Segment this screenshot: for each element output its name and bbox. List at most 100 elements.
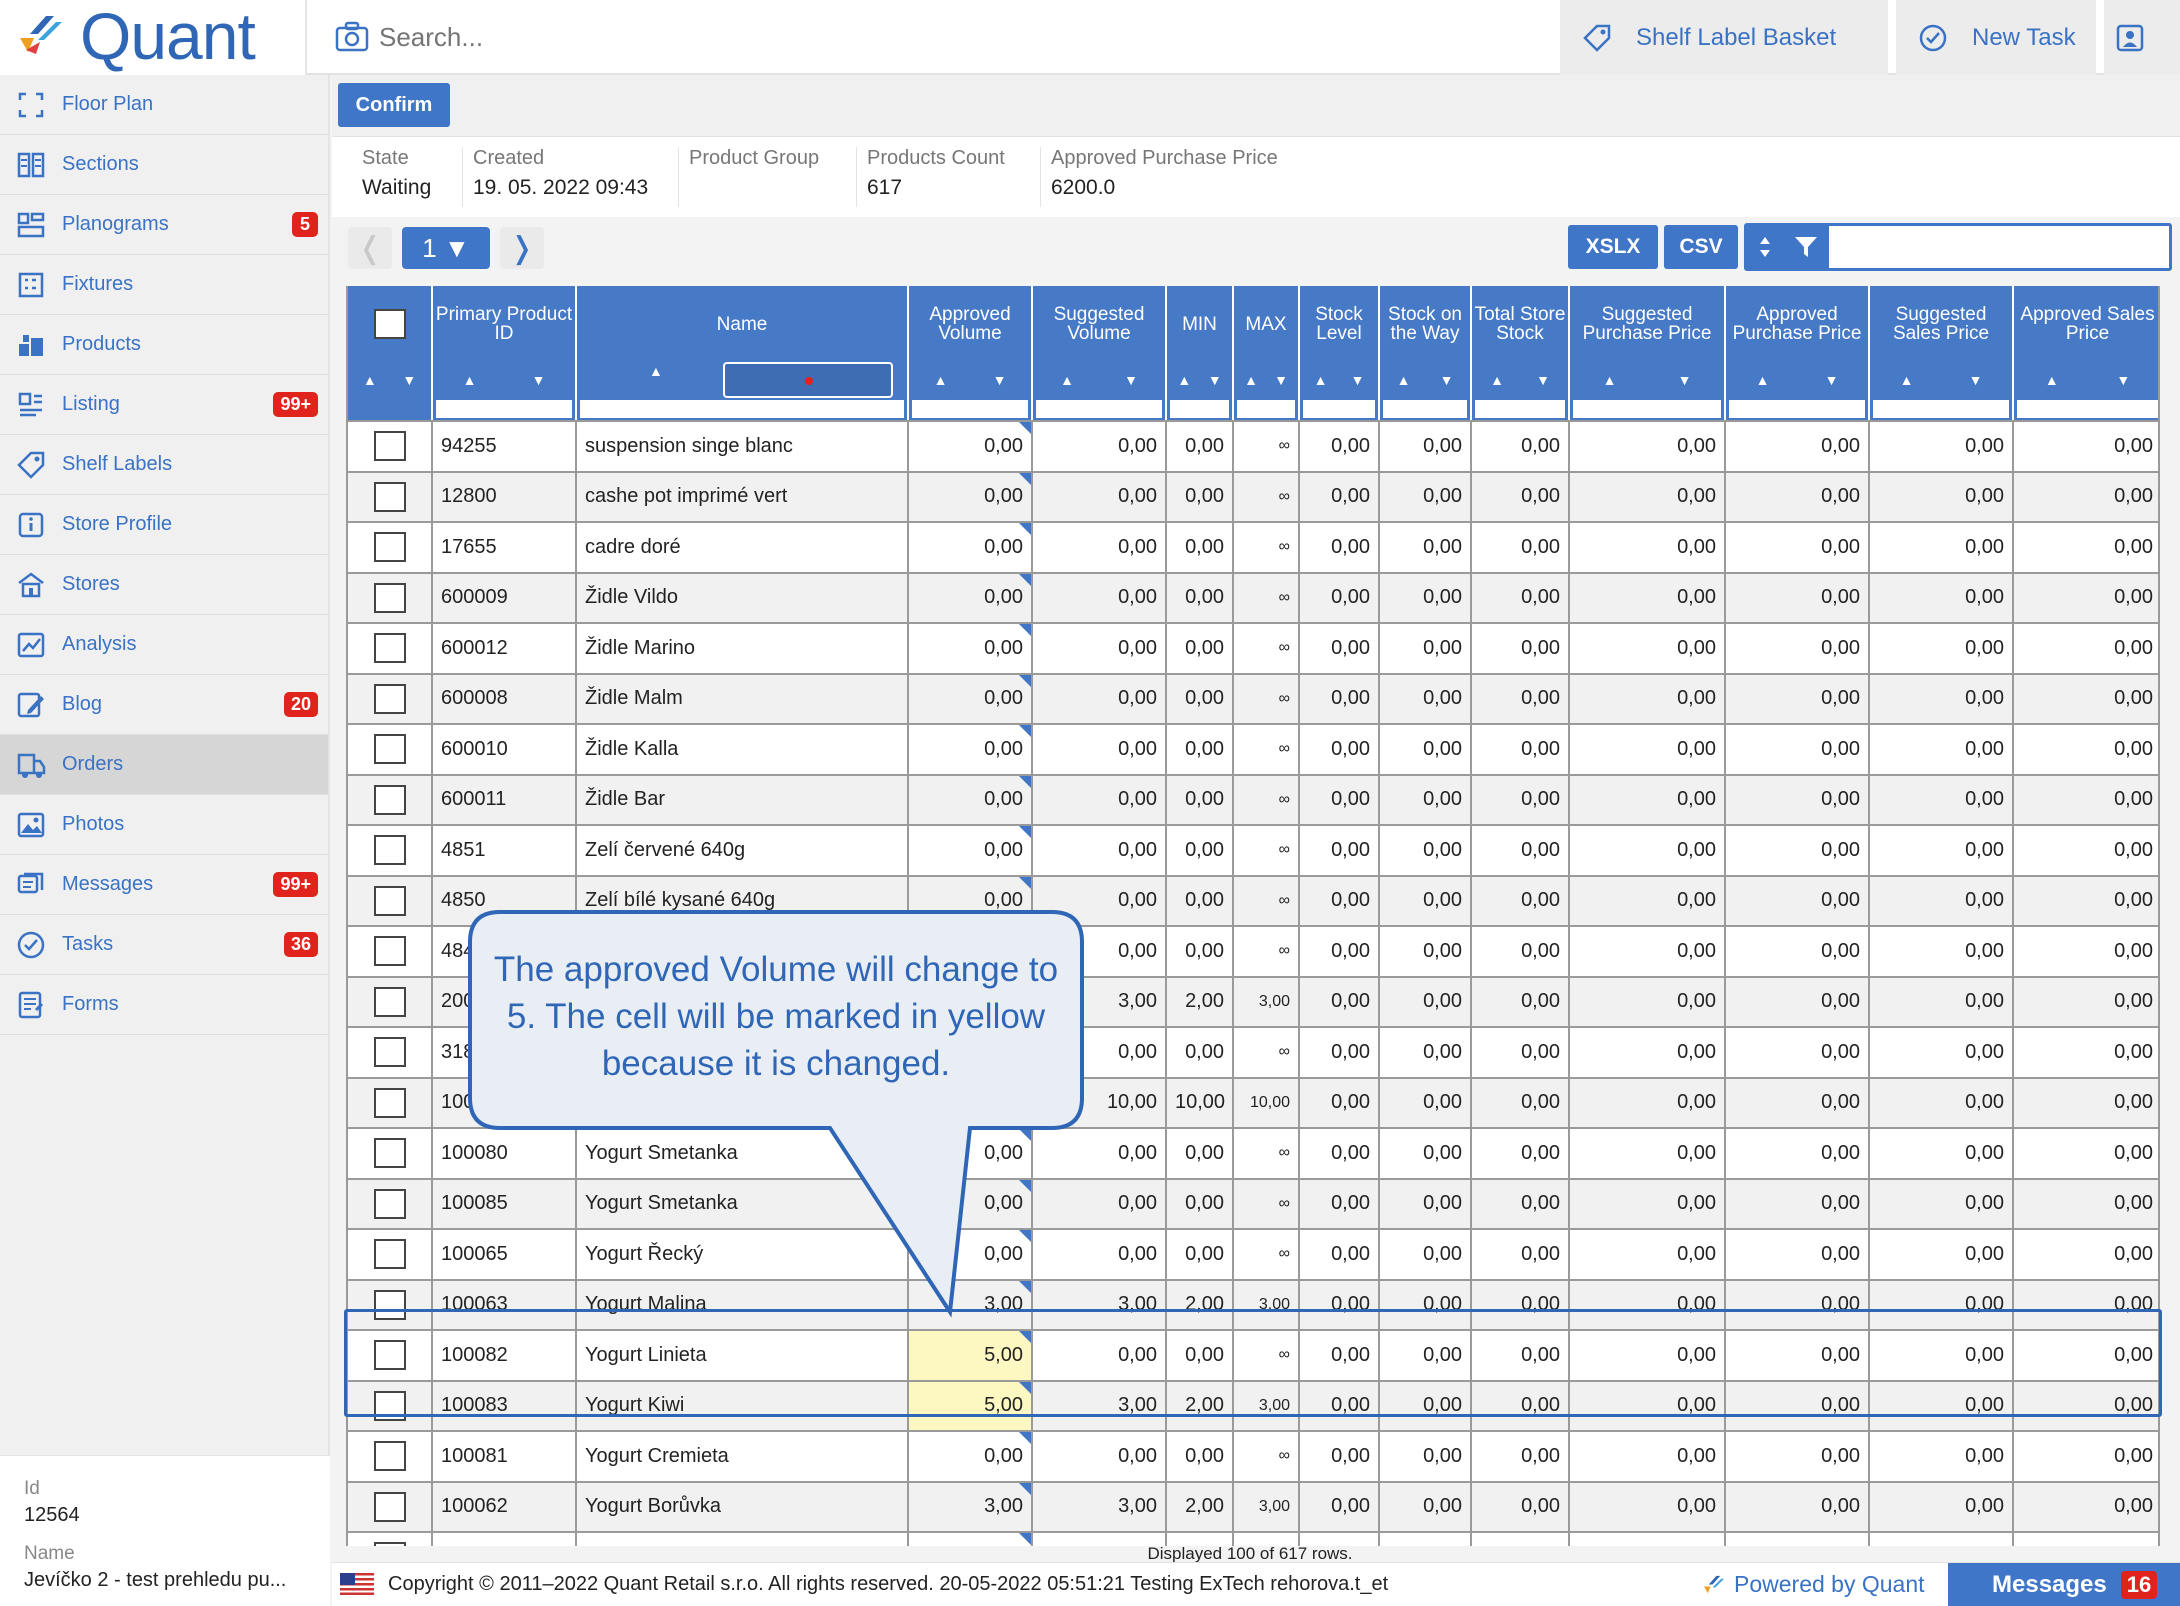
column-header-approved-sales-price[interactable]: Approved Sales Price [2013,286,2158,362]
sort-asc-icon[interactable]: ▲ [1060,371,1074,390]
column-header-approved-volume[interactable]: Approved Volume [908,286,1033,362]
sort-asc-icon[interactable]: ▲ [1756,371,1770,390]
column-header-approved-purchase-price[interactable]: Approved Purchase Price [1725,286,1870,362]
sidebar-item-analysis[interactable]: Analysis [0,615,328,675]
column-filter-input[interactable] [1170,400,1229,418]
row-checkbox[interactable] [373,986,406,1017]
cell-approved-volume[interactable]: 5,00 [908,1532,1033,1546]
row-checkbox[interactable] [373,1188,406,1219]
cell-approved-volume[interactable]: 0,00 [908,623,1033,675]
table-row[interactable]: 12800 cashe pot imprimé vert 0,00 0,00 0,00 ∞… [348,471,2158,523]
column-filter-input[interactable] [1573,400,1721,418]
shelf-label-basket-button[interactable]: Shelf Label Basket [1560,0,1888,75]
sidebar-item-blog[interactable]: Blog 20 [0,675,328,735]
powered-by[interactable]: Powered by Quant [1702,1571,1925,1598]
messages-button[interactable]: Messages 16 [1948,1563,2180,1606]
filter-icon[interactable] [1793,235,1819,259]
table-row[interactable]: 94255 suspension singe blanc 0,00 0,00 0,00 ∞… [348,421,2158,473]
export-csv-button[interactable]: CSV [1664,225,1738,269]
sort-desc-icon[interactable]: ▼ [532,371,546,390]
column-filter-input[interactable] [1237,400,1295,418]
table-row[interactable]: 600011 Židle Bar 0,00 0,00 0,00 ∞ 0,00 0,00 0,00… [348,774,2158,826]
row-checkbox[interactable] [373,936,406,967]
sidebar-item-sections[interactable]: Sections [0,135,328,195]
quant-logo[interactable]: Quant [0,0,307,75]
sort-asc-icon[interactable]: ▲ [1177,371,1191,390]
table-row[interactable]: 600009 Židle Vildo 0,00 0,00 0,00 ∞ 0,00 0,00 0,… [348,572,2158,624]
row-checkbox[interactable] [373,734,406,765]
search-input[interactable] [379,21,1179,53]
export-xslx-button[interactable]: XSLX [1568,225,1658,269]
row-checkbox[interactable] [373,532,406,563]
table-row[interactable]: 600012 Židle Marino 0,00 0,00 0,00 ∞ 0,00 0,00 0… [348,623,2158,675]
table-row[interactable]: 100081 Yogurt Cremieta 0,00 0,00 0,00 ∞ 0,00 0,… [348,1431,2158,1483]
column-header-name[interactable]: Name [576,286,909,362]
sidebar-item-listing[interactable]: Listing 99+ [0,375,328,435]
sidebar-item-messages[interactable]: Messages 99+ [0,855,328,915]
row-checkbox[interactable] [373,1340,406,1371]
row-checkbox[interactable] [373,1289,406,1320]
sort-asc-icon[interactable]: ▲ [1900,371,1914,390]
column-filter-input[interactable] [1475,400,1565,418]
column-filter-input[interactable] [1729,400,1865,418]
row-checkbox[interactable] [373,683,406,714]
row-checkbox[interactable] [373,1239,406,1270]
column-filter-input[interactable] [1036,400,1162,418]
sort-desc-icon[interactable]: ▼ [1969,371,1983,390]
sort-asc-icon[interactable]: ▲ [934,371,948,390]
sort-desc-icon[interactable]: ▼ [1351,371,1365,390]
sort-asc-icon[interactable]: ▲ [1490,371,1504,390]
prev-page-button[interactable]: ❬ [348,227,392,269]
sort-asc-icon[interactable]: ▲ [1397,371,1411,390]
sort-asc-icon[interactable]: ▲ [363,371,377,390]
sidebar-item-orders[interactable]: Orders [0,735,328,795]
sidebar-item-stores[interactable]: Stores [0,555,328,615]
user-profile-button[interactable] [2104,0,2180,75]
sidebar-item-fixtures[interactable]: Fixtures [0,255,328,315]
column-header-primary-product-id[interactable]: Primary Product ID [432,286,577,362]
row-checkbox[interactable] [373,1491,406,1522]
cell-approved-volume[interactable]: 5,00 [908,1380,1033,1432]
filter-controls[interactable] [1747,226,1829,268]
column-header-max[interactable]: MAX [1233,286,1300,362]
camera-icon[interactable] [335,21,369,53]
table-row[interactable]: 600008 Židle Malm 0,00 0,00 0,00 ∞ 0,00 0,00 0,0… [348,673,2158,725]
column-filter-input[interactable] [1303,400,1375,418]
sidebar-item-tasks[interactable]: Tasks 36 [0,915,328,975]
sidebar-item-store-profile[interactable]: Store Profile [0,495,328,555]
sort-desc-icon[interactable]: ▼ [1274,371,1288,390]
row-checkbox[interactable] [373,481,406,512]
sidebar-item-floor-plan[interactable]: Floor Plan [0,75,328,135]
row-checkbox[interactable] [373,1037,406,1068]
column-header-min[interactable]: MIN [1166,286,1234,362]
sort-desc-icon[interactable]: ▼ [1440,371,1454,390]
table-row[interactable]: 17655 cadre doré 0,00 0,00 0,00 ∞ 0,00 0,00 0,00… [348,522,2158,574]
column-header-total-store-stock[interactable]: Total Store Stock [1471,286,1570,362]
row-checkbox[interactable] [373,582,406,613]
name-filter-toggle[interactable] [722,362,893,398]
column-header-suggested-purchase-price[interactable]: Suggested Purchase Price [1569,286,1726,362]
sort-desc-icon[interactable]: ▼ [1536,371,1550,390]
sidebar-item-products[interactable]: Products [0,315,328,375]
column-filter-input[interactable] [436,400,572,418]
row-checkbox[interactable] [373,1138,406,1169]
us-flag-icon[interactable] [340,1573,374,1595]
column-filter-input[interactable] [1873,400,2009,418]
column-header-stock-level[interactable]: Stock Level [1299,286,1380,362]
next-page-button[interactable]: ❭ [500,227,544,269]
search-bar[interactable] [335,8,1555,66]
cell-approved-volume[interactable]: 0,00 [908,471,1033,523]
column-filter-input[interactable] [580,400,904,418]
sort-asc-icon[interactable]: ▲ [2045,371,2059,390]
cell-approved-volume[interactable]: 0,00 [908,774,1033,826]
new-task-button[interactable]: New Task [1896,0,2096,75]
cell-approved-volume[interactable]: 0,00 [908,724,1033,776]
column-filter-input[interactable] [1383,400,1467,418]
table-row[interactable]: 600010 Židle Kalla 0,00 0,00 0,00 ∞ 0,00 0,00 0,… [348,724,2158,776]
row-checkbox[interactable] [373,784,406,815]
select-all-checkbox[interactable] [373,309,406,339]
sort-asc-icon[interactable]: ▲ [463,371,477,390]
column-header-suggested-sales-price[interactable]: Suggested Sales Price [1869,286,2014,362]
row-checkbox[interactable] [373,835,406,866]
sort-desc-icon[interactable]: ▼ [993,371,1007,390]
